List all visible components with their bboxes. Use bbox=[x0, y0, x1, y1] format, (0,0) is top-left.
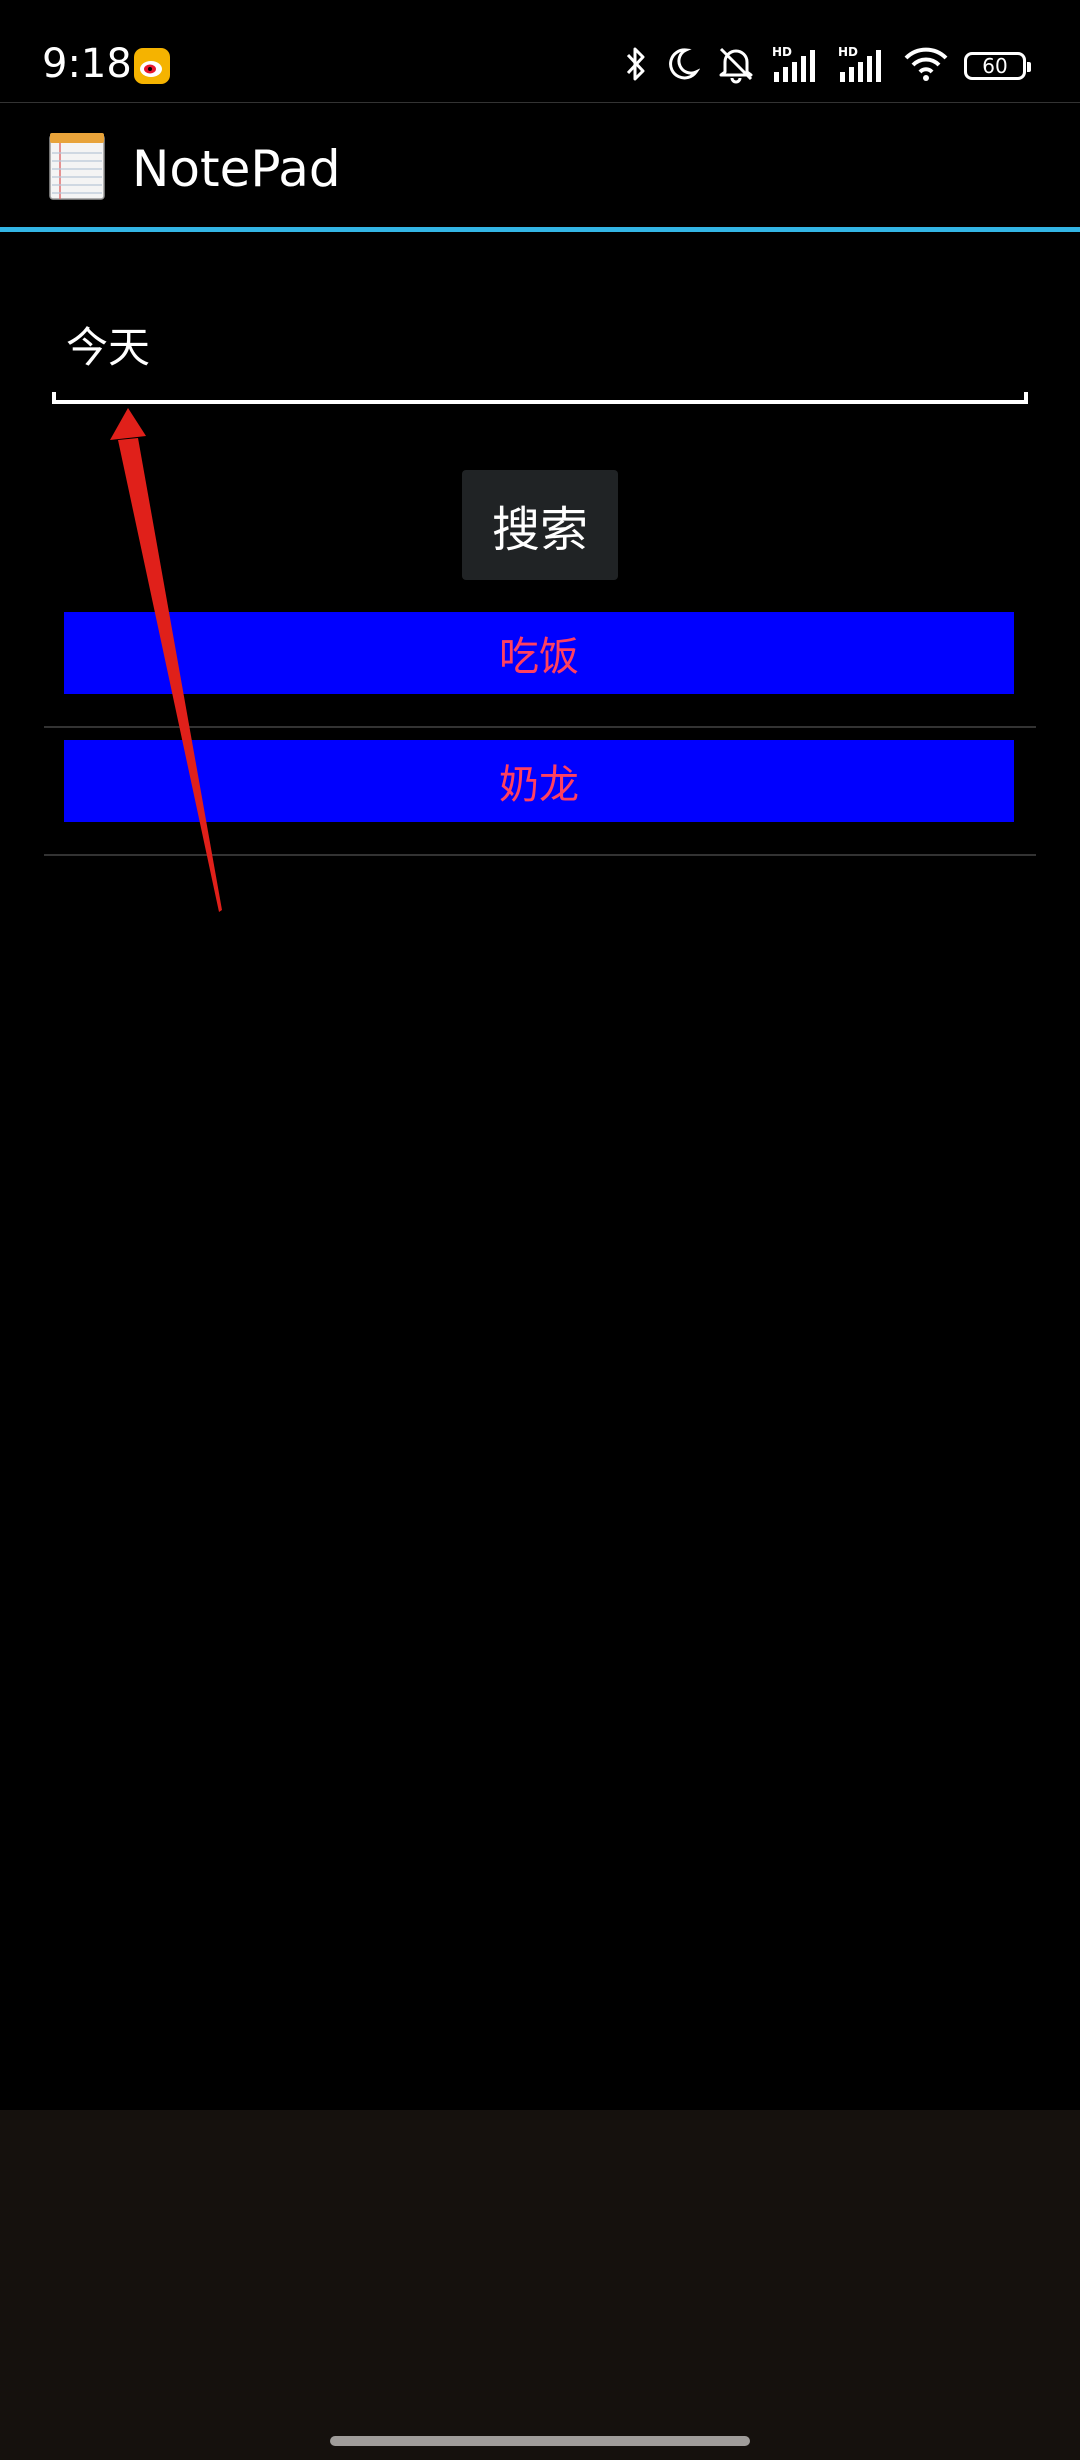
mute-icon bbox=[716, 44, 756, 88]
search-button[interactable]: 搜索 bbox=[462, 470, 618, 580]
weibo-icon bbox=[134, 48, 170, 84]
app-bar-divider bbox=[0, 227, 1080, 232]
moon-icon bbox=[664, 46, 701, 86]
list-item[interactable]: 吃饭 bbox=[44, 600, 1036, 728]
wifi-icon bbox=[904, 44, 948, 88]
list-item-title: 吃饭 bbox=[64, 612, 1014, 694]
navigation-bar bbox=[0, 2110, 1080, 2460]
signal-hd-icon: HD bbox=[838, 44, 888, 88]
app-title: NotePad bbox=[132, 140, 341, 198]
notepad-app-icon bbox=[48, 131, 106, 201]
svg-text:HD: HD bbox=[772, 45, 792, 59]
search-input-underline bbox=[52, 392, 1028, 404]
search-field bbox=[52, 300, 1028, 406]
app-bar: NotePad bbox=[0, 102, 1080, 229]
home-indicator[interactable] bbox=[330, 2436, 750, 2446]
search-input[interactable] bbox=[66, 312, 1006, 376]
results-list: 吃饭 奶龙 bbox=[44, 600, 1036, 856]
battery-icon: 60 bbox=[964, 52, 1031, 80]
battery-level: 60 bbox=[982, 54, 1008, 78]
bluetooth-icon bbox=[624, 44, 648, 88]
status-icons: HD HD 60 bbox=[624, 42, 1031, 90]
svg-text:HD: HD bbox=[838, 45, 858, 59]
status-time: 9:18 bbox=[42, 41, 132, 87]
list-item[interactable]: 奶龙 bbox=[44, 728, 1036, 856]
status-bar: 9:18 HD HD 60 bbox=[0, 0, 1080, 102]
list-item-title: 奶龙 bbox=[64, 740, 1014, 822]
signal-hd-icon: HD bbox=[772, 44, 822, 88]
